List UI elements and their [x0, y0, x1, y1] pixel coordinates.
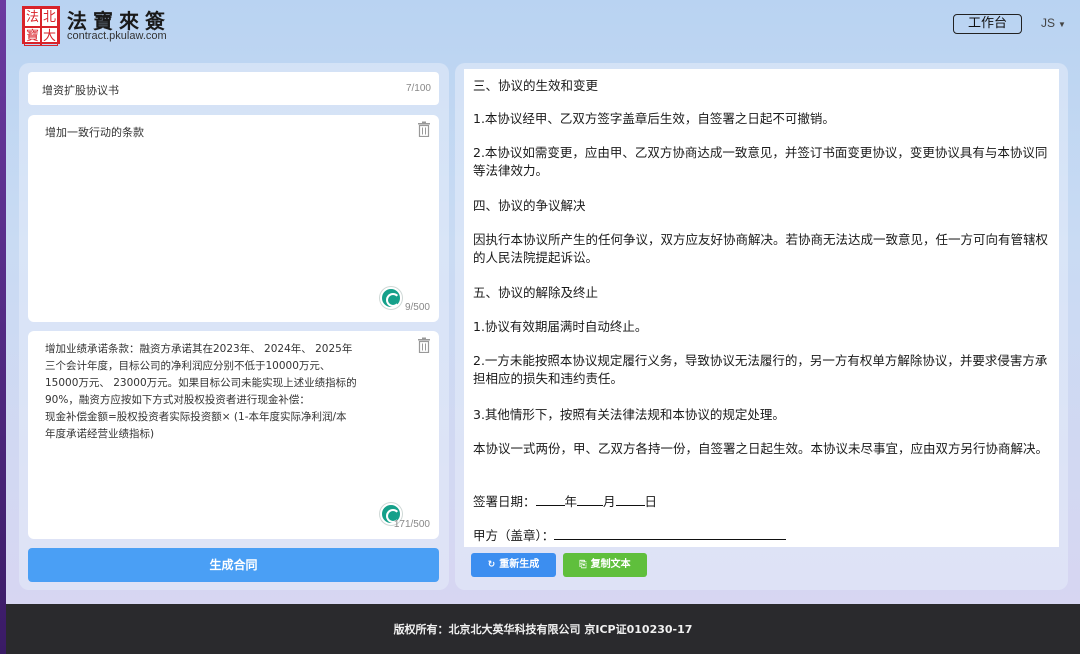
- trash-icon[interactable]: [417, 337, 431, 353]
- contract-document[interactable]: 三、协议的生效和变更 1.本协议经甲、乙双方签字盖章后生效，自签署之日起不可撤销…: [464, 69, 1059, 547]
- input-panel: 增资扩股协议书 7/100 增加一致行动的条款 9/500 增加业绩承诺条款：融…: [19, 63, 449, 590]
- output-panel: 三、协议的生效和变更 1.本协议经甲、乙双方签字盖章后生效，自签署之日起不可撤销…: [455, 63, 1068, 590]
- day-blank: [615, 493, 645, 506]
- paragraph: 因执行本协议所产生的任何争议，双方应友好协商解决。若协商无法达成一致意见，任一方…: [473, 232, 1049, 265]
- sign-date-label: 签署日期：: [473, 494, 536, 509]
- copy-icon: ⎘: [579, 560, 587, 570]
- seal-char: 北: [41, 8, 58, 27]
- party-a-label: 甲方（盖章）：: [473, 528, 555, 543]
- year-label: 年: [564, 494, 578, 509]
- footer: 版权所有：北京北大英华科技有限公司 京ICP证010230-17: [6, 604, 1080, 654]
- copy-text-button[interactable]: ⎘ 复制文本: [563, 553, 647, 577]
- trash-icon[interactable]: [417, 121, 431, 137]
- clause-char-count: 9/500: [404, 302, 430, 313]
- clause-char-count: 171/500: [393, 519, 430, 530]
- workbench-button[interactable]: 工作台: [953, 14, 1022, 34]
- header: 法 北 寶 大 法寶來簽 contract.pkulaw.com 工作台 JS ▼: [6, 0, 1080, 48]
- seal-char: 法: [24, 8, 41, 27]
- contract-title-input[interactable]: 增资扩股协议书 7/100: [28, 72, 439, 105]
- paragraph: 1.本协议经甲、乙双方签字盖章后生效，自签署之日起不可撤销。: [473, 111, 835, 126]
- title-char-count: 7/100: [405, 83, 431, 94]
- sign-date-line: 签署日期： 年 月 日: [473, 493, 1053, 511]
- clause-text[interactable]: 增加业绩承诺条款：融资方承诺其在2023年、 2024年、 2025年 三个会计…: [45, 341, 405, 443]
- logo-seal[interactable]: 法 北 寶 大: [22, 6, 60, 46]
- party-a-line: 甲方（盖章）：: [473, 527, 1053, 545]
- paragraph: 2.本协议如需变更，应由甲、乙双方协商达成一致意见，并签订书面变更协议，变更协议…: [473, 145, 1048, 178]
- clause-input-card[interactable]: 增加一致行动的条款 9/500: [28, 115, 439, 322]
- month-label: 月: [603, 494, 616, 509]
- chevron-down-icon: ▼: [1058, 20, 1066, 29]
- user-initials: JS: [1041, 16, 1056, 30]
- paragraph: 3.其他情形下，按照有关法律法规和本协议的规定处理。: [473, 407, 785, 422]
- logo-subtitle: contract.pkulaw.com: [67, 30, 167, 42]
- section-heading: 四、协议的争议解决: [473, 198, 586, 213]
- party-a-blank: [554, 527, 787, 540]
- grammarly-icon[interactable]: [380, 287, 402, 309]
- paragraph: 本协议一式两份，甲、乙双方各持一份，自签署之日起生效。本协议未尽事宜，应由双方另…: [473, 441, 1049, 456]
- contract-title-value: 增资扩股协议书: [42, 84, 119, 97]
- month-blank: [577, 493, 604, 506]
- clause-text[interactable]: 增加一致行动的条款: [45, 124, 405, 141]
- paragraph: 2.一方未能按照本协议规定履行义务，导致协议无法履行的，另一方有权单方解除协议，…: [473, 353, 1048, 386]
- year-blank: [535, 493, 565, 506]
- regenerate-button[interactable]: ↻ 重新生成: [471, 553, 556, 577]
- regenerate-label: 重新生成: [499, 559, 540, 570]
- clause-input-card[interactable]: 增加业绩承诺条款：融资方承诺其在2023年、 2024年、 2025年 三个会计…: [28, 331, 439, 539]
- generate-contract-button[interactable]: 生成合同: [28, 548, 439, 582]
- app-window: 法 北 寶 大 法寶來簽 contract.pkulaw.com 工作台 JS ▼…: [6, 0, 1080, 604]
- section-heading: 三、协议的生效和变更: [473, 78, 599, 93]
- seal-char: 寶: [24, 27, 41, 46]
- day-label: 日: [644, 494, 658, 509]
- paragraph: 1.协议有效期届满时自动终止。: [473, 319, 648, 334]
- seal-char: 大: [41, 27, 58, 46]
- refresh-icon: ↻: [487, 560, 496, 570]
- section-heading: 五、协议的解除及终止: [473, 285, 599, 300]
- copy-label: 复制文本: [590, 559, 631, 570]
- user-menu[interactable]: JS ▼: [1041, 16, 1066, 30]
